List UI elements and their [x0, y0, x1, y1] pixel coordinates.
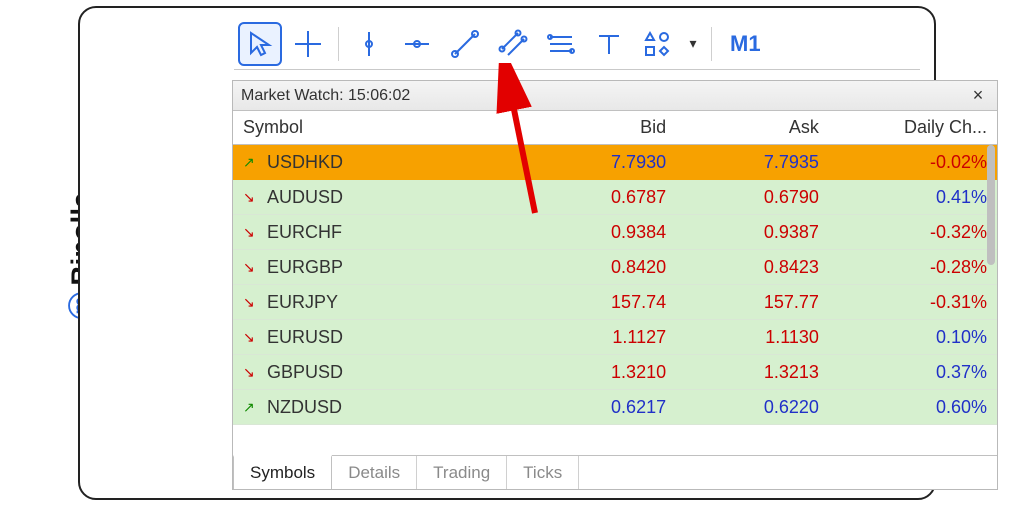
trend-down-icon: ↘ — [243, 329, 259, 346]
col-ask[interactable]: Ask — [676, 111, 829, 145]
crosshair-tool-button[interactable] — [286, 22, 330, 66]
col-daily[interactable]: Daily Ch... — [829, 111, 997, 145]
panel-titlebar[interactable]: Market Watch: 15:06:02 × — [233, 81, 997, 111]
panel-title-text: Market Watch: 15:06:02 — [241, 87, 410, 105]
table-row[interactable]: ↘ GBPUSD 1.32101.32130.37% — [233, 355, 997, 390]
symbol-name: GBPUSD — [267, 362, 343, 383]
table-header-row[interactable]: Symbol Bid Ask Daily Ch... — [233, 111, 997, 145]
daily-change-value: -0.31% — [829, 285, 997, 320]
crosshair-icon — [293, 29, 323, 59]
timeframe-button[interactable]: M1 — [720, 22, 771, 66]
trend-up-icon: ↗ — [243, 154, 259, 171]
bid-value: 0.8420 — [508, 250, 676, 285]
market-watch-table: Symbol Bid Ask Daily Ch... ↗ USDHKD 7.7930… — [233, 111, 997, 425]
trend-down-icon: ↘ — [243, 259, 259, 276]
table-viewport: Symbol Bid Ask Daily Ch... ↗ USDHKD 7.7930… — [233, 111, 997, 455]
bid-value: 0.6787 — [508, 180, 676, 215]
symbol-name: EURGBP — [267, 257, 343, 278]
vertical-line-tool-button[interactable] — [347, 22, 391, 66]
table-row[interactable]: ↘ EURGBP 0.84200.8423-0.28% — [233, 250, 997, 285]
table-row[interactable]: ↘ AUDUSD 0.67870.67900.41% — [233, 180, 997, 215]
ask-value: 0.9387 — [676, 215, 829, 250]
col-symbol[interactable]: Symbol — [233, 111, 508, 145]
bid-value: 1.1127 — [508, 320, 676, 355]
ask-value: 157.77 — [676, 285, 829, 320]
horizontal-line-icon — [402, 29, 432, 59]
ask-value: 1.1130 — [676, 320, 829, 355]
table-row[interactable]: ↘ EURUSD 1.11271.11300.10% — [233, 320, 997, 355]
daily-change-value: 0.41% — [829, 180, 997, 215]
ask-value: 0.8423 — [676, 250, 829, 285]
trend-down-icon: ↘ — [243, 224, 259, 241]
bid-value: 0.9384 — [508, 215, 676, 250]
cursor-icon — [245, 29, 275, 59]
symbol-name: AUDUSD — [267, 187, 343, 208]
shapes-tool-button[interactable] — [635, 22, 679, 66]
fibonacci-icon — [546, 29, 576, 59]
symbol-name: EURUSD — [267, 327, 343, 348]
daily-change-value: 0.10% — [829, 320, 997, 355]
screenshot-frame: ▾ M1 Market Watch: 15:06:02 × Symbol — [78, 6, 936, 500]
col-bid[interactable]: Bid — [508, 111, 676, 145]
fibonacci-tool-button[interactable] — [539, 22, 583, 66]
ask-value: 0.6790 — [676, 180, 829, 215]
drawing-toolbar: ▾ M1 — [234, 18, 920, 70]
table-row[interactable]: ↘ EURJPY 157.74157.77-0.31% — [233, 285, 997, 320]
close-button[interactable]: × — [967, 85, 989, 107]
channel-icon — [498, 29, 528, 59]
bid-value: 7.7930 — [508, 145, 676, 180]
horizontal-line-tool-button[interactable] — [395, 22, 439, 66]
trend-line-tool-button[interactable] — [443, 22, 487, 66]
toolbar-separator — [711, 27, 712, 61]
cursor-tool-button[interactable] — [238, 22, 282, 66]
panel-tabs: SymbolsDetailsTradingTicks — [233, 455, 997, 489]
daily-change-value: 0.60% — [829, 390, 997, 425]
trend-down-icon: ↘ — [243, 294, 259, 311]
trend-down-icon: ↘ — [243, 189, 259, 206]
table-row[interactable]: ↗ NZDUSD 0.62170.62200.60% — [233, 390, 997, 425]
symbol-name: EURJPY — [267, 292, 338, 313]
daily-change-value: -0.02% — [829, 145, 997, 180]
market-watch-panel: Market Watch: 15:06:02 × Symbol Bid Ask … — [232, 80, 998, 490]
tab-symbols[interactable]: Symbols — [233, 455, 332, 489]
table-row[interactable]: ↗ USDHKD 7.79307.7935-0.02% — [233, 145, 997, 180]
toolbar-separator — [338, 27, 339, 61]
tab-details[interactable]: Details — [332, 456, 417, 489]
tab-ticks[interactable]: Ticks — [507, 456, 579, 489]
daily-change-value: -0.32% — [829, 215, 997, 250]
shapes-dropdown-button[interactable]: ▾ — [683, 22, 703, 66]
trend-line-icon — [450, 29, 480, 59]
text-icon — [594, 29, 624, 59]
trend-up-icon: ↗ — [243, 399, 259, 416]
bid-value: 0.6217 — [508, 390, 676, 425]
vertical-line-icon — [354, 29, 384, 59]
ask-value: 1.3213 — [676, 355, 829, 390]
table-row[interactable]: ↘ EURCHF 0.93840.9387-0.32% — [233, 215, 997, 250]
timeframe-label: M1 — [730, 31, 761, 57]
ask-value: 7.7935 — [676, 145, 829, 180]
shapes-icon — [642, 29, 672, 59]
chevron-down-icon: ▾ — [689, 35, 696, 52]
bid-value: 1.3210 — [508, 355, 676, 390]
symbol-name: EURCHF — [267, 222, 342, 243]
ask-value: 0.6220 — [676, 390, 829, 425]
bid-value: 157.74 — [508, 285, 676, 320]
daily-change-value: 0.37% — [829, 355, 997, 390]
symbol-name: NZDUSD — [267, 397, 342, 418]
text-tool-button[interactable] — [587, 22, 631, 66]
channel-tool-button[interactable] — [491, 22, 535, 66]
tab-trading[interactable]: Trading — [417, 456, 507, 489]
daily-change-value: -0.28% — [829, 250, 997, 285]
symbol-name: USDHKD — [267, 152, 343, 173]
close-icon: × — [973, 85, 984, 106]
trend-down-icon: ↘ — [243, 364, 259, 381]
scrollbar-thumb[interactable] — [987, 145, 995, 265]
